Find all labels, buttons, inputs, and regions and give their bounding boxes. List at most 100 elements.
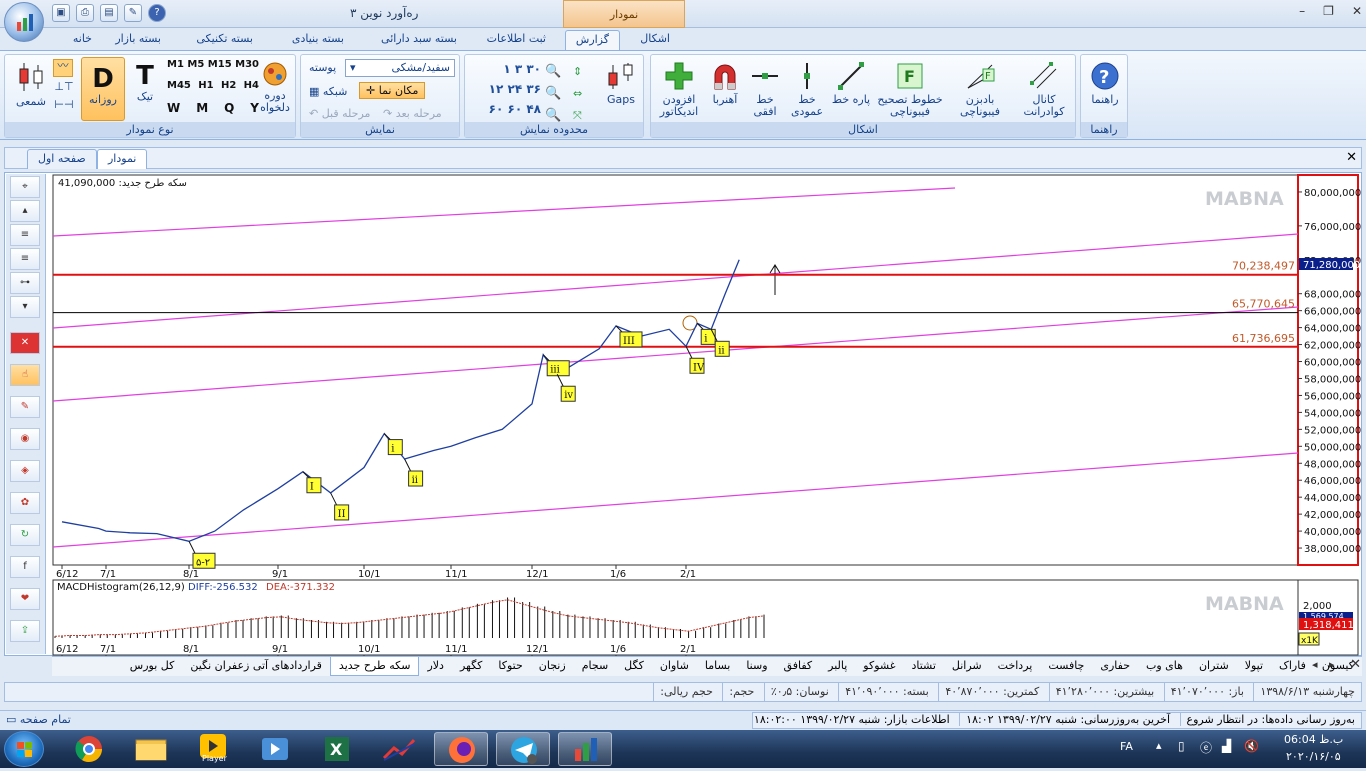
wave-label: i bbox=[704, 333, 707, 344]
start-button[interactable] bbox=[4, 731, 44, 767]
x-tick-label: 10/1 bbox=[358, 569, 380, 580]
symbol-tab[interactable]: حفاری bbox=[1092, 657, 1138, 676]
info-open: باز: ۴۱٬۰۷۰٬۰۰۰ bbox=[1163, 683, 1250, 701]
symbol-tab[interactable]: پرداخت bbox=[990, 657, 1041, 676]
taskbar-chrome[interactable] bbox=[62, 732, 116, 766]
close-symbol-icon[interactable]: ✕ bbox=[1350, 657, 1361, 672]
wave-label: iv bbox=[564, 390, 573, 401]
y-tick-label: 54,000,000 bbox=[1304, 408, 1361, 419]
price-info-bar: چهارشنبه ۱۳۹۸/۶/۱۳ باز: ۴۱٬۰۷۰٬۰۰۰ بیشتر… bbox=[4, 682, 1362, 702]
symbol-tab[interactable]: وسنا bbox=[738, 657, 775, 676]
tray-volume-icon[interactable]: 🔇 bbox=[1244, 739, 1259, 753]
wave-label: I bbox=[310, 482, 314, 493]
scroll-right-icon[interactable]: ▸ bbox=[1329, 658, 1335, 671]
language-indicator[interactable]: FA bbox=[1120, 740, 1133, 753]
symbol-tab[interactable]: تپولا bbox=[1237, 657, 1271, 676]
y-tick-label: 66,000,000 bbox=[1304, 307, 1361, 318]
symbol-tab[interactable]: کل بورس bbox=[122, 657, 183, 676]
symbol-tab[interactable]: شرانل bbox=[944, 657, 990, 676]
info-value: حجم ریالی: bbox=[653, 683, 719, 701]
symbol-tab[interactable]: های وب bbox=[1138, 657, 1191, 676]
x-tick-label: 6/12 bbox=[56, 569, 78, 580]
y-tick-label: 76,000,000 bbox=[1304, 222, 1361, 233]
y-tick-label: 48,000,000 bbox=[1304, 459, 1361, 470]
windows-logo-icon bbox=[17, 742, 32, 757]
fullscreen-icon: ▭ bbox=[6, 713, 20, 726]
tray-network-icon[interactable]: ⓔ bbox=[1200, 739, 1212, 756]
symbol-tab[interactable]: کگل bbox=[616, 657, 652, 676]
watermark-main: MABNA bbox=[1205, 188, 1284, 210]
firefox-icon bbox=[449, 737, 475, 763]
macd-x-tick-label: 8/1 bbox=[183, 644, 199, 655]
symbol-tab[interactable]: فاراک bbox=[1271, 657, 1314, 676]
symbol-tab-nav: ◂ ▸ ✕ bbox=[1312, 657, 1361, 672]
macd-red-value: 1,318,411 bbox=[1303, 620, 1354, 631]
symbol-tab[interactable]: شاوان bbox=[652, 657, 697, 676]
wave-label: ii bbox=[412, 475, 418, 486]
clock-date[interactable]: ۲۰۲۰/۱۶/۰۵ bbox=[1286, 750, 1341, 763]
price-axis-panel bbox=[1297, 174, 1359, 566]
x-tick-label: 11/1 bbox=[445, 569, 467, 580]
y-tick-label: 42,000,000 bbox=[1304, 510, 1361, 521]
taskbar-explorer[interactable] bbox=[124, 732, 178, 766]
symbol-tab[interactable]: قراردادهای آتی زعفران نگین bbox=[182, 657, 330, 676]
symbol-tab[interactable]: سجام bbox=[574, 657, 616, 676]
y-tick-label: 64,000,000 bbox=[1304, 324, 1361, 335]
macd-diff: DIFF:-256.532 bbox=[188, 582, 258, 593]
symbol-tab[interactable]: دلار bbox=[419, 657, 451, 676]
taskbar-rahavard[interactable] bbox=[558, 732, 612, 766]
taskbar-media[interactable] bbox=[248, 732, 302, 766]
level-label: 61,736,695 bbox=[1232, 332, 1295, 345]
y-tick-label: 62,000,000 bbox=[1304, 341, 1361, 352]
symbol-tab[interactable]: زنجان bbox=[531, 657, 574, 676]
fullscreen-toggle[interactable]: ▭ تمام صفحه bbox=[6, 713, 71, 726]
taskbar-excel[interactable]: X bbox=[310, 732, 364, 766]
symbol-tab[interactable]: سکه طرح جدید bbox=[329, 657, 420, 676]
tray-signal-icon[interactable]: ▟ bbox=[1222, 739, 1231, 753]
scroll-left-icon[interactable]: ◂ bbox=[1312, 658, 1318, 671]
info-volume: حجم: bbox=[722, 683, 760, 701]
tray-expand-icon[interactable]: ▴ bbox=[1156, 739, 1162, 752]
y-tick-label: 40,000,000 bbox=[1304, 527, 1361, 538]
x-tick-label: 9/1 bbox=[272, 569, 288, 580]
symbol-tab[interactable]: کفافق bbox=[776, 657, 821, 676]
y-tick-label: 80,000,000 bbox=[1304, 188, 1361, 199]
symbol-tab[interactable]: کگهر bbox=[452, 657, 490, 676]
wave-label: IV bbox=[693, 362, 705, 373]
symbol-tab[interactable]: چافست bbox=[1040, 657, 1092, 676]
taskbar-player[interactable]: Player bbox=[186, 732, 240, 766]
y-tick-label: 50,000,000 bbox=[1304, 442, 1361, 453]
watermark-macd: MABNA bbox=[1205, 593, 1284, 615]
y-tick-label: 56,000,000 bbox=[1304, 391, 1361, 402]
system-tray: FA ▴ ▯ ⓔ ▟ 🔇 ب.ظ 06:04 ۲۰۲۰/۱۶/۰۵ bbox=[1116, 730, 1366, 768]
symbol-tab[interactable]: غشوکو bbox=[855, 657, 903, 676]
rahavard-icon bbox=[575, 738, 597, 761]
macd-dea: DEA:-371.332 bbox=[266, 582, 335, 593]
x-tick-label: 2/1 bbox=[680, 569, 696, 580]
last-price: 71,280,000 bbox=[1303, 260, 1360, 271]
clock-time[interactable]: ب.ظ 06:04 bbox=[1284, 733, 1343, 746]
wave-label: II bbox=[338, 509, 346, 520]
y-tick-label: 46,000,000 bbox=[1304, 476, 1361, 487]
price-panel bbox=[52, 174, 1299, 566]
info-date: چهارشنبه ۱۳۹۸/۶/۱۳ bbox=[1253, 683, 1361, 701]
status-update: به‌روز رسانی داده‌ها: در انتظار شروع bbox=[1179, 713, 1361, 726]
taskbar-chart-app[interactable] bbox=[372, 732, 426, 766]
info-change: نوسان: ۰٫۵٪ bbox=[763, 683, 835, 701]
taskbar-telegram[interactable] bbox=[496, 732, 550, 766]
player-label: Player bbox=[202, 754, 227, 763]
symbol-tab[interactable]: پالبر bbox=[820, 657, 855, 676]
x-tick-label: 8/1 bbox=[183, 569, 199, 580]
macd-x-tick-label: 10/1 bbox=[358, 644, 380, 655]
tray-device-icon[interactable]: ▯ bbox=[1178, 739, 1185, 753]
symbol-tab[interactable]: بساما bbox=[697, 657, 738, 676]
x-tick-label: 12/1 bbox=[526, 569, 548, 580]
wave-label: i bbox=[391, 444, 394, 455]
symbol-tab[interactable]: تشتاد bbox=[903, 657, 943, 676]
info-low: کمترین: ۴۰٬۸۷۰٬۰۰۰ bbox=[938, 683, 1045, 701]
symbol-tab[interactable]: حتوکا bbox=[490, 657, 530, 676]
y-tick-label: 38,000,000 bbox=[1304, 544, 1361, 555]
taskbar-firefox[interactable] bbox=[434, 732, 488, 766]
symbol-tab[interactable]: شتران bbox=[1191, 657, 1237, 676]
symbol-tabs: کیسونفاراکتپولاشترانهای وبحفاریچافستپردا… bbox=[52, 656, 1362, 676]
